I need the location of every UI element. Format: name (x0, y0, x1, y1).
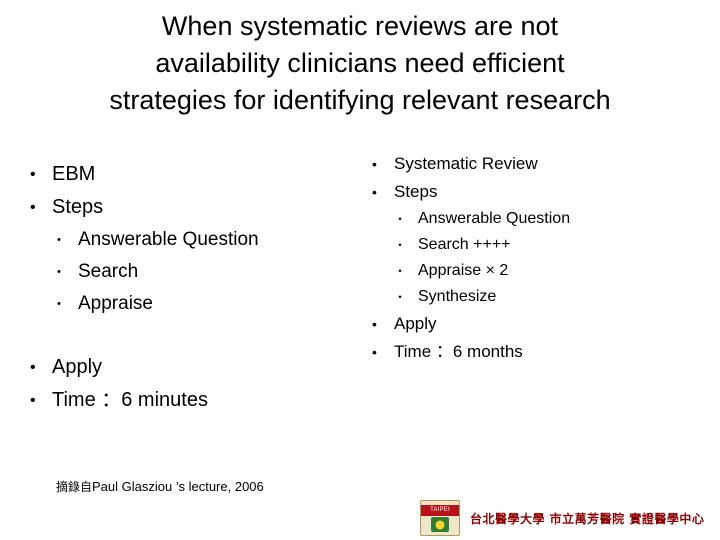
footer-institution-text: 台北醫學大學 市立萬芳醫院 實證醫學中心 (470, 511, 705, 526)
left-sub-bullet-list: Answerable Question Search Appraise (52, 224, 352, 320)
list-item: Synthesize (394, 284, 700, 310)
page-title: When systematic reviews are not availabi… (20, 8, 700, 119)
list-item: Time ：6 minutes (22, 384, 352, 417)
list-item: Systematic Review (360, 150, 700, 178)
right-column: Systematic Review Steps Answerable Quest… (360, 150, 700, 366)
university-logo-icon: TAIPEI (420, 500, 460, 536)
list-item: EBM (22, 158, 352, 191)
credit-text: Paul Glasziou ’s lecture, 2006 (92, 479, 264, 494)
list-item: Appraise (52, 288, 352, 320)
right-sub-bullet-list: Answerable Question Search ++++ Appraise… (394, 206, 700, 310)
list-item: Apply (360, 310, 700, 338)
list-item: Time ：6 months (360, 338, 700, 366)
slide: When systematic reviews are not availabi… (0, 0, 720, 540)
right-bullet-list: Systematic Review Steps Answerable Quest… (360, 150, 700, 366)
list-spacer (22, 320, 352, 351)
list-item: Answerable Question (394, 206, 700, 232)
sub-list-container: Answerable Question Search Appraise (22, 224, 352, 320)
sub-list-container: Answerable Question Search ++++ Appraise… (360, 206, 700, 310)
title-line-2: availability clinicians need efficient (155, 48, 565, 78)
title-line-3: strategies for identifying relevant rese… (109, 85, 611, 115)
logo-band-text: TAIPEI (430, 507, 450, 513)
list-item: Steps (360, 178, 700, 206)
list-item: Appraise × 2 (394, 258, 700, 284)
list-item: Search ++++ (394, 232, 700, 258)
source-credit: 摘錄自Paul Glasziou ’s lecture, 2006 (56, 478, 264, 496)
list-item: Apply (22, 351, 352, 384)
list-item: Search (52, 256, 352, 288)
list-item: Steps (22, 191, 352, 224)
left-bullet-list: EBM Steps Answerable Question Search App… (22, 158, 352, 417)
logo-emblem (431, 517, 449, 532)
title-line-1: When systematic reviews are not (161, 11, 559, 41)
left-column: EBM Steps Answerable Question Search App… (22, 158, 352, 417)
credit-prefix: 摘錄自 (56, 480, 93, 494)
list-item: Answerable Question (52, 224, 352, 256)
logo-band: TAIPEI (421, 505, 459, 516)
footer-branding: TAIPEI 台北醫學大學 市立萬芳醫院 實證醫學中心 (420, 500, 704, 536)
